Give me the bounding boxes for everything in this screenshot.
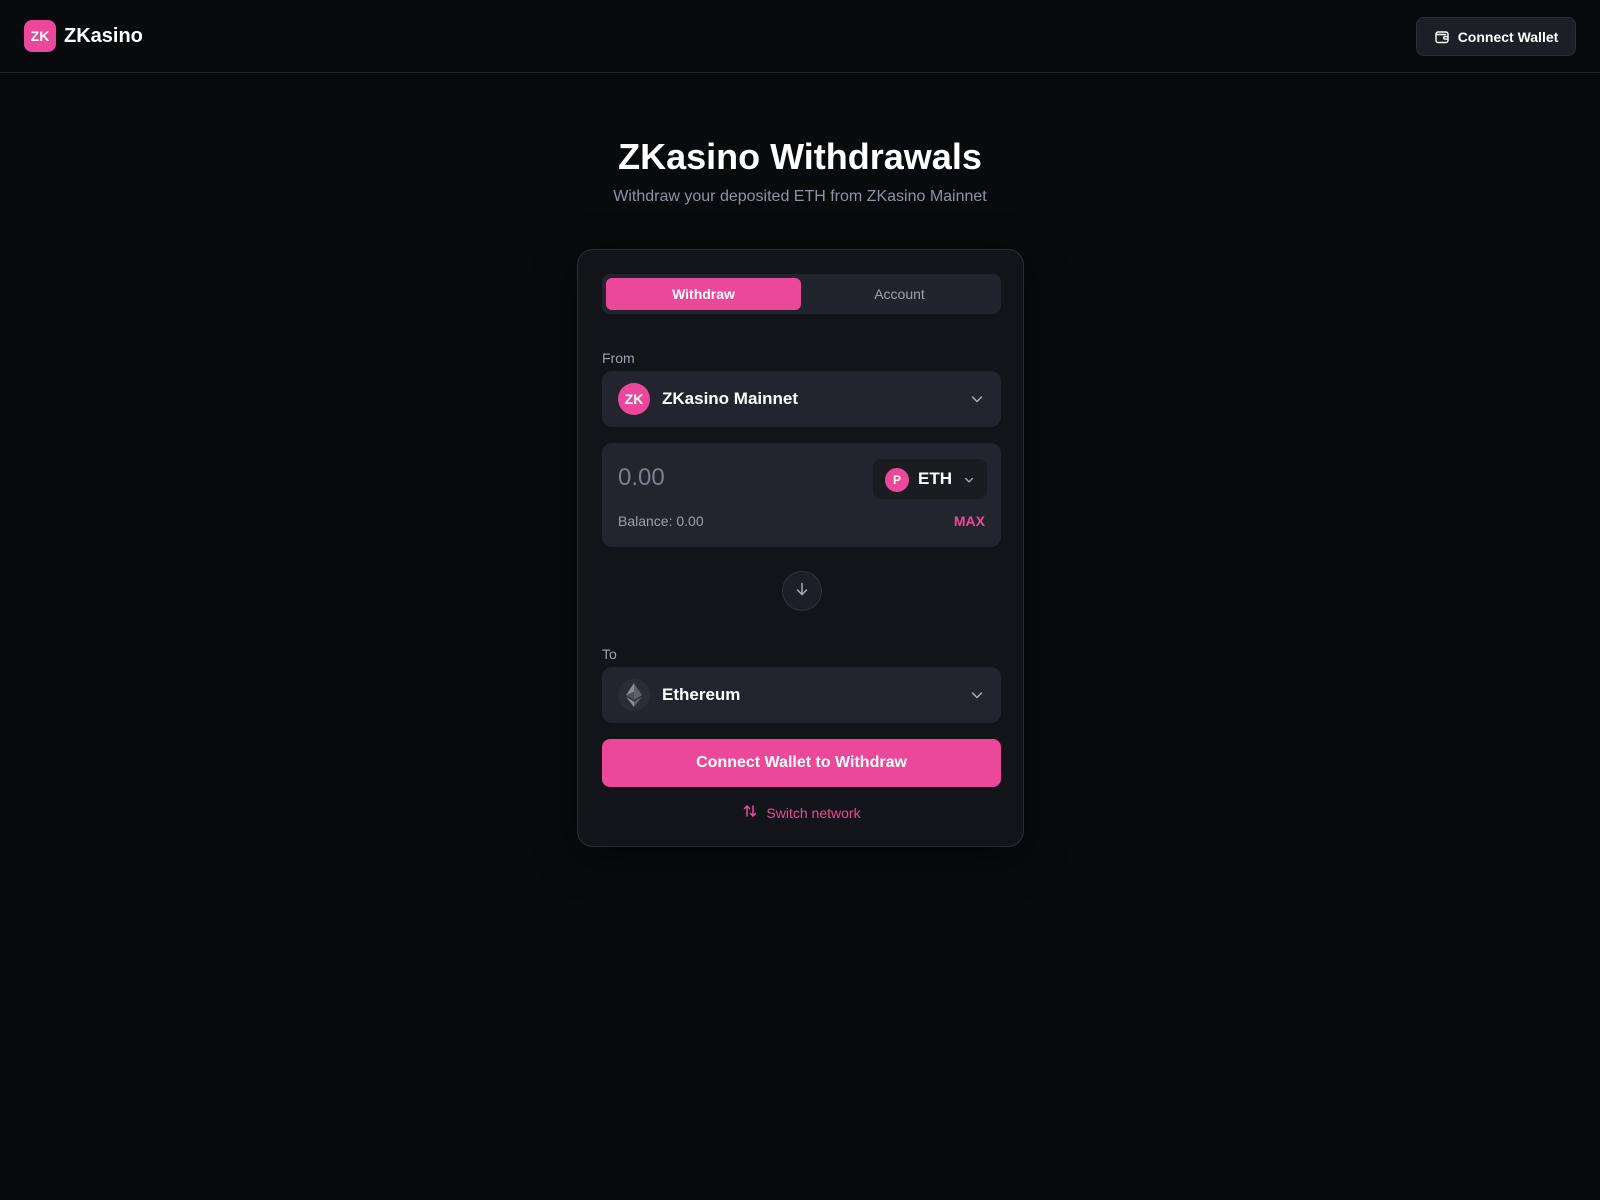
- arrow-down-icon: [794, 581, 810, 602]
- ethereum-icon: [618, 679, 650, 711]
- tab-withdraw[interactable]: Withdraw: [606, 278, 801, 310]
- connect-wallet-label: Connect Wallet: [1457, 28, 1559, 45]
- from-label: From: [602, 350, 635, 366]
- zkasino-network-icon: ZK: [618, 383, 650, 415]
- token-symbol: ETH: [918, 469, 952, 488]
- token-icon: P: [885, 468, 909, 492]
- switch-network-label: Switch network: [766, 805, 861, 821]
- page-title: ZKasino Withdrawals: [618, 136, 982, 177]
- wallet-icon: [1434, 29, 1450, 45]
- brand-name: ZKasino: [64, 25, 143, 47]
- direction-button[interactable]: [782, 571, 822, 611]
- amount-panel: P ETH Balance: 0.00 MAX: [602, 443, 1001, 547]
- chevron-down-icon: [969, 391, 985, 412]
- chevron-down-icon: [963, 473, 975, 491]
- max-button[interactable]: MAX: [954, 512, 985, 530]
- tab-bar: Withdraw Account: [602, 274, 1001, 314]
- tab-account[interactable]: Account: [802, 278, 997, 310]
- token-select[interactable]: P ETH: [873, 459, 987, 499]
- connect-wallet-withdraw-button[interactable]: Connect Wallet to Withdraw: [602, 739, 1001, 787]
- page-subtitle: Withdraw your deposited ETH from ZKasino…: [613, 188, 987, 205]
- to-network-name: Ethereum: [662, 685, 741, 704]
- amount-input[interactable]: [618, 461, 848, 495]
- from-network-name: ZKasino Mainnet: [662, 389, 799, 408]
- top-bar: ZK ZKasino Connect Wallet: [0, 0, 1600, 73]
- from-network-select[interactable]: ZK ZKasino Mainnet: [602, 371, 1001, 427]
- to-label: To: [602, 646, 617, 662]
- arrows-up-down-icon: [742, 803, 758, 823]
- switch-network-link[interactable]: Switch network: [578, 803, 1025, 823]
- withdraw-card: Withdraw Account From ZK ZKasino Mainnet…: [577, 249, 1024, 847]
- logo-badge: ZK: [24, 20, 56, 52]
- chevron-down-icon: [969, 687, 985, 708]
- balance-text: Balance: 0.00: [618, 513, 704, 529]
- connect-wallet-button[interactable]: Connect Wallet: [1416, 17, 1576, 56]
- to-network-select[interactable]: Ethereum: [602, 667, 1001, 723]
